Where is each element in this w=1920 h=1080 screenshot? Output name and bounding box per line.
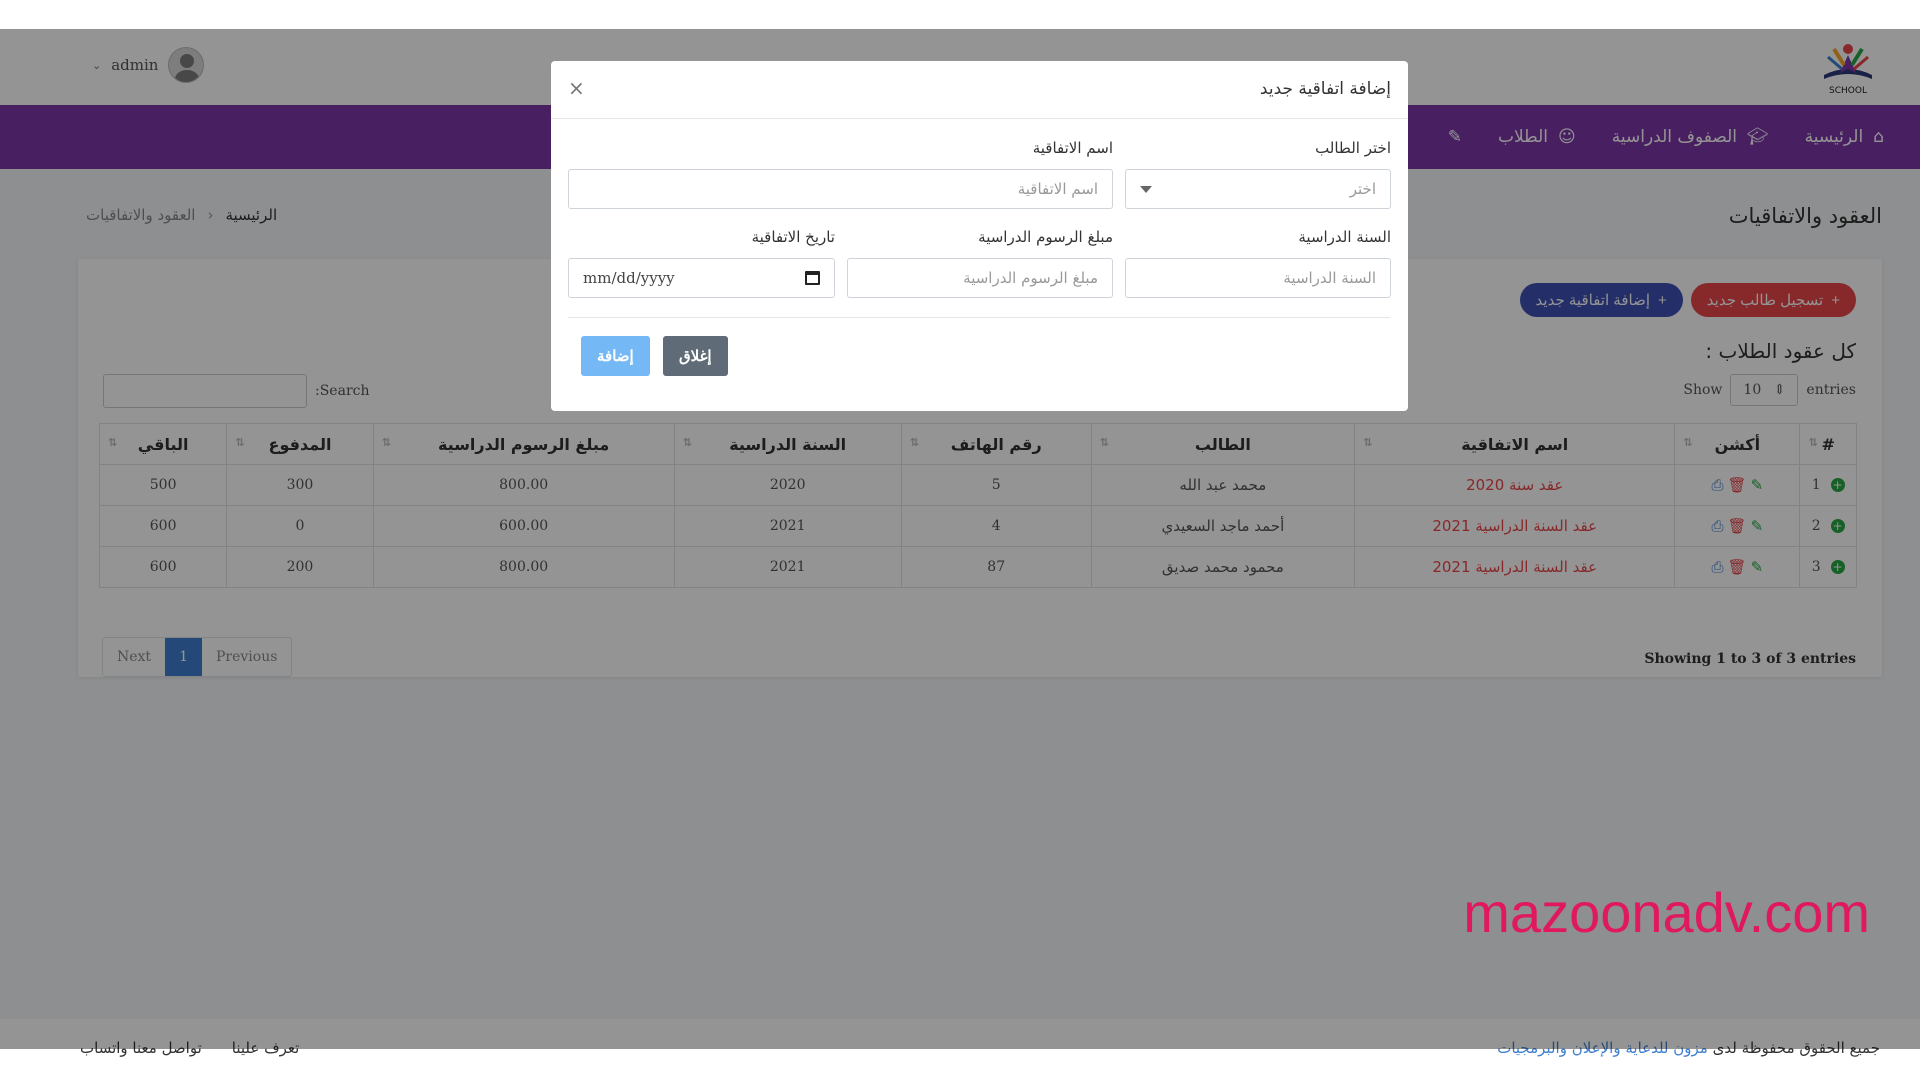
year-input[interactable]: السنة الدراسية [1125,258,1391,298]
date-input[interactable]: mm/dd/yyyy [568,258,835,298]
add-agreement-modal: إضافة اتفاقية جديد × اختر الطالب اختر اس… [551,61,1408,411]
modal-header: إضافة اتفاقية جديد × [551,61,1408,119]
add-button[interactable]: إضافة [581,336,650,376]
caret-down-icon [1140,186,1152,193]
watermark: mazoonadv.com [1463,881,1870,944]
agreement-name-label: اسم الاتفاقية [1032,139,1113,157]
agreement-name-placeholder: اسم الاتفاقية [1017,180,1098,198]
fees-label: مبلغ الرسوم الدراسية [978,228,1113,246]
close-button[interactable]: إغلاق [663,336,728,376]
modal-divider [568,317,1390,318]
close-icon[interactable]: × [568,76,585,100]
page: SCHOOL ⌄ admin ⌂ الرئيسية 🎓︎ الصفوف الدر… [0,0,1920,1080]
calendar-icon[interactable] [805,271,820,285]
student-label: اختر الطالب [1315,139,1391,157]
fees-placeholder: مبلغ الرسوم الدراسية [963,269,1098,287]
modal-title: إضافة اتفاقية جديد [1259,79,1391,99]
date-label: تاريخ الاتفاقية [751,228,835,246]
agreement-name-input[interactable]: اسم الاتفاقية [568,169,1113,209]
year-label: السنة الدراسية [1298,228,1391,246]
year-placeholder: السنة الدراسية [1283,269,1376,287]
fees-input[interactable]: مبلغ الرسوم الدراسية [847,258,1113,298]
student-select[interactable]: اختر [1125,169,1391,209]
student-placeholder: اختر [1349,180,1376,198]
date-placeholder: mm/dd/yyyy [583,269,675,287]
